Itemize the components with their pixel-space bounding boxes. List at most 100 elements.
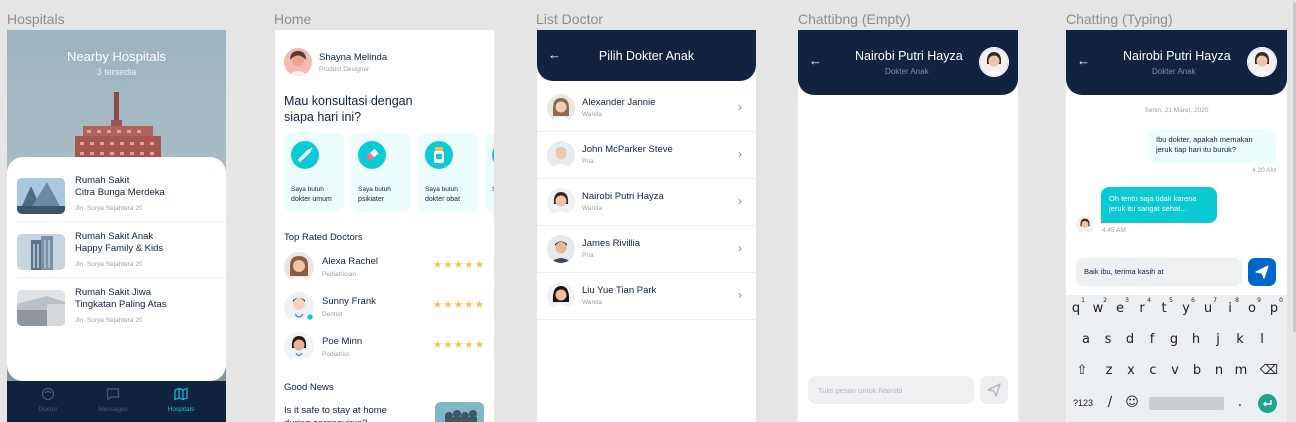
send-button[interactable] bbox=[980, 376, 1008, 404]
doctor-name: John McParker Steve bbox=[582, 144, 673, 155]
symbols-key[interactable]: ?123 bbox=[1073, 398, 1093, 408]
emoji-key-icon[interactable]: ☺ bbox=[1122, 395, 1142, 410]
message-input[interactable]: Baik ibu, terima kasih at bbox=[1076, 258, 1242, 286]
hospital-name-line1: Rumah Sakit Jiwa bbox=[75, 287, 152, 298]
key-o[interactable]: o9 bbox=[1242, 297, 1262, 316]
key-l[interactable]: l bbox=[1252, 332, 1272, 347]
category-line1: Saya butuh bbox=[358, 186, 391, 193]
doctor-specialty: Podiatrist bbox=[322, 351, 350, 358]
hospital-item[interactable]: Rumah Sakit Jiwa Tingkatan Paling Atas Jl… bbox=[7, 278, 226, 334]
doctor-name: Liu Yue Tian Park bbox=[582, 285, 657, 296]
key-s[interactable]: s bbox=[1098, 332, 1118, 347]
space-bar[interactable] bbox=[1149, 397, 1224, 410]
key-slash[interactable]: / bbox=[1100, 395, 1120, 410]
category-card-psychiatrist[interactable]: Saya butuh psikiater bbox=[351, 133, 411, 212]
tab-hospitals[interactable]: Hospitals bbox=[151, 387, 211, 413]
doctor-icon bbox=[41, 387, 55, 401]
tab-doctor[interactable]: Doctor bbox=[18, 387, 78, 413]
doctor-list-item[interactable]: Liu Yue Tian Park Wanita › bbox=[537, 273, 756, 320]
doctor-list-item[interactable]: Nairobi Putri Hayza Wanita › bbox=[537, 179, 756, 226]
key-v[interactable]: v bbox=[1165, 363, 1185, 378]
enter-key[interactable] bbox=[1258, 394, 1277, 413]
received-message-time: 4.45 AM bbox=[1102, 227, 1126, 234]
doctor-list-item[interactable]: James Rivillia Pria › bbox=[537, 226, 756, 273]
greeting-heading: Mau konsultasi dengan siapa hari ini? bbox=[284, 94, 413, 124]
list-doctor-screen: ← Pilih Dokter Anak Alexander Jannie Wan… bbox=[537, 30, 756, 422]
category-card-more[interactable]: S bbox=[485, 133, 494, 212]
send-button[interactable] bbox=[1248, 258, 1276, 286]
user-name: Shayna Melinda bbox=[319, 52, 388, 63]
doctor-avatar bbox=[547, 235, 575, 263]
key-period[interactable]: . bbox=[1230, 395, 1250, 410]
frame-label-hospitals: Hospitals bbox=[7, 11, 65, 27]
hospital-item[interactable]: Rumah Sakit Citra Bunga Merdeka Jln. Sury… bbox=[7, 166, 226, 222]
map-icon bbox=[174, 387, 188, 401]
key-r[interactable]: r4 bbox=[1132, 297, 1152, 316]
doctor-row[interactable]: Sunny Frank Dentist ★★★★★ bbox=[284, 292, 489, 324]
backspace-key-icon[interactable]: ⌫ bbox=[1259, 363, 1279, 378]
page-scrollbar[interactable] bbox=[1292, 0, 1296, 422]
category-card-medicine[interactable]: Saya butuh dokter obat bbox=[418, 133, 478, 212]
hospital-item[interactable]: Rumah Sakit Anak Happy Family & Kids Jln.… bbox=[7, 222, 226, 278]
doctor-gender: Pria bbox=[582, 252, 594, 259]
key-w[interactable]: w2 bbox=[1088, 297, 1108, 316]
key-d[interactable]: d bbox=[1120, 332, 1140, 347]
doctor-role: Dokter Anak bbox=[885, 67, 929, 76]
doctor-gender: Wanita bbox=[582, 205, 602, 212]
key-h[interactable]: h bbox=[1186, 332, 1206, 347]
news-item-title[interactable]: Is it safe to stay at home during corona… bbox=[284, 404, 414, 422]
frame-label-list-doctor: List Doctor bbox=[536, 11, 603, 27]
doctor-list-item[interactable]: Alexander Jannie Wanita › bbox=[537, 85, 756, 132]
category-line1: S bbox=[492, 186, 494, 193]
key-z[interactable]: z bbox=[1099, 363, 1119, 378]
key-m[interactable]: m bbox=[1231, 363, 1251, 378]
shift-key-icon[interactable]: ⇧ bbox=[1072, 363, 1092, 378]
key-k[interactable]: k bbox=[1230, 332, 1250, 347]
key-p[interactable]: p0 bbox=[1264, 297, 1284, 316]
hospital-name-line2: Tingkatan Paling Atas bbox=[75, 299, 167, 310]
star-rating: ★★★★★ bbox=[432, 299, 485, 311]
key-i[interactable]: i8 bbox=[1220, 297, 1240, 316]
key-e[interactable]: e3 bbox=[1110, 297, 1130, 316]
back-arrow-icon[interactable]: ← bbox=[1077, 53, 1090, 68]
send-icon bbox=[1255, 265, 1269, 279]
hospital-name-line1: Rumah Sakit bbox=[75, 175, 130, 186]
key-g[interactable]: g bbox=[1164, 332, 1184, 347]
hospital-address: Jln. Surya Sejahtera 20 bbox=[75, 261, 143, 268]
key-b[interactable]: b bbox=[1187, 363, 1207, 378]
bottom-tab-bar: Doctor Messages Hospitals bbox=[7, 381, 226, 422]
key-a[interactable]: a bbox=[1076, 332, 1096, 347]
good-news-heading: Good News bbox=[284, 382, 334, 393]
doctor-avatar[interactable] bbox=[979, 47, 1009, 77]
key-c[interactable]: c bbox=[1143, 363, 1163, 378]
key-u[interactable]: u7 bbox=[1198, 297, 1218, 316]
tab-messages[interactable]: Messages bbox=[83, 387, 143, 413]
message-input[interactable]: Tulis pesan untuk Nairobi bbox=[808, 376, 974, 404]
doctor-specialty: Pediatrician bbox=[322, 271, 356, 278]
doctor-list-item[interactable]: John McParker Steve Pria › bbox=[537, 132, 756, 179]
user-avatar[interactable] bbox=[284, 48, 312, 76]
key-n[interactable]: n bbox=[1209, 363, 1229, 378]
chat-header: ← Nairobi Putri Hayza Dokter Anak bbox=[798, 30, 1018, 95]
doctor-row[interactable]: Poe Minn Podiatrist ★★★★★ bbox=[284, 332, 489, 364]
key-j[interactable]: j bbox=[1208, 332, 1228, 347]
hospitals-screen: Nearby Hospitals 3 tersedia Rumah Sakit C… bbox=[7, 30, 226, 422]
key-f[interactable]: f bbox=[1142, 332, 1162, 347]
doctor-gender: Wanita bbox=[582, 299, 602, 306]
doctor-row[interactable]: Alexa Rachel Pediatrician ★★★★★ bbox=[284, 252, 489, 284]
category-card-general-doctor[interactable]: Saya butuh dokter umum bbox=[284, 133, 344, 212]
hospital-address: Jln. Surya Sejahtera 20 bbox=[75, 205, 143, 212]
doctor-avatar[interactable] bbox=[1247, 47, 1277, 77]
hospitals-title: Nearby Hospitals bbox=[67, 49, 166, 64]
sent-message-bubble: Ibu dokter, apakah memakan jeruk tiap ha… bbox=[1148, 129, 1276, 163]
tab-label: Doctor bbox=[38, 406, 58, 413]
hospital-thumbnail bbox=[17, 290, 65, 326]
doctor-avatar bbox=[547, 94, 575, 122]
key-y[interactable]: y6 bbox=[1176, 297, 1196, 316]
key-q[interactable]: q1 bbox=[1066, 297, 1086, 316]
back-arrow-icon[interactable]: ← bbox=[809, 53, 822, 68]
hospital-name-line1: Rumah Sakit Anak bbox=[75, 231, 154, 242]
key-t[interactable]: t5 bbox=[1154, 297, 1174, 316]
doctor-name: Nairobi Putri Hayza bbox=[855, 49, 963, 63]
key-x[interactable]: x bbox=[1121, 363, 1141, 378]
